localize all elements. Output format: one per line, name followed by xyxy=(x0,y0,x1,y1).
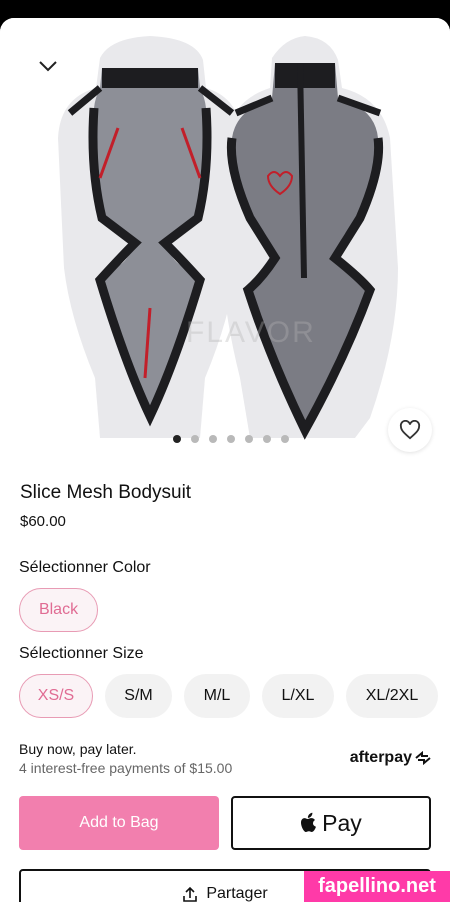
size-option-xs-s[interactable]: XS/S xyxy=(19,674,93,718)
collapse-button[interactable] xyxy=(34,54,62,78)
chevron-down-icon xyxy=(39,61,57,72)
size-option-m-l[interactable]: M/L xyxy=(184,674,250,718)
product-photo xyxy=(58,36,398,440)
heart-icon xyxy=(399,420,421,440)
add-to-bag-button[interactable]: Add to Bag xyxy=(19,796,219,850)
carousel-indicator xyxy=(0,435,450,443)
afterpay-logo[interactable]: afterpay xyxy=(350,749,432,767)
image-watermark: FLAVOR xyxy=(186,316,316,349)
size-option-xl-2xl[interactable]: XL/2XL xyxy=(346,674,438,718)
size-option-s-m[interactable]: S/M xyxy=(105,674,172,718)
carousel-dot[interactable] xyxy=(227,435,235,443)
share-icon xyxy=(183,886,198,902)
bnpl-detail: 4 interest-free payments of $15.00 xyxy=(19,760,233,776)
favorite-button[interactable] xyxy=(388,408,432,452)
color-section-label: Sélectionner Color xyxy=(19,559,151,576)
bnpl-headline: Buy now, pay later. xyxy=(19,741,137,757)
size-section-label: Sélectionner Size xyxy=(19,645,144,662)
size-option-l-xl[interactable]: L/XL xyxy=(262,674,334,718)
color-option-black[interactable]: Black xyxy=(19,588,98,632)
product-sheet: FLAVOR Slice Mesh Bodysuit $60.00 Sélect… xyxy=(0,18,450,902)
carousel-dot[interactable] xyxy=(245,435,253,443)
carousel-dot[interactable] xyxy=(209,435,217,443)
mannequin-back xyxy=(222,36,398,440)
afterpay-arrows-icon xyxy=(415,751,431,765)
product-image-carousel[interactable]: FLAVOR xyxy=(0,18,450,468)
apple-pay-label: Pay xyxy=(322,809,362,836)
afterpay-wordmark: afterpay xyxy=(349,749,412,766)
carousel-dot[interactable] xyxy=(263,435,271,443)
carousel-dot[interactable] xyxy=(173,435,181,443)
site-watermark-badge: fapellino.net xyxy=(304,871,450,902)
mannequin-front xyxy=(58,36,242,438)
product-title: Slice Mesh Bodysuit xyxy=(20,482,192,503)
apple-pay-button[interactable]: Pay xyxy=(231,796,431,850)
carousel-dot[interactable] xyxy=(281,435,289,443)
carousel-dot[interactable] xyxy=(191,435,199,443)
share-label: Partager xyxy=(206,885,268,902)
apple-icon xyxy=(301,812,317,832)
product-price: $60.00 xyxy=(20,513,66,530)
